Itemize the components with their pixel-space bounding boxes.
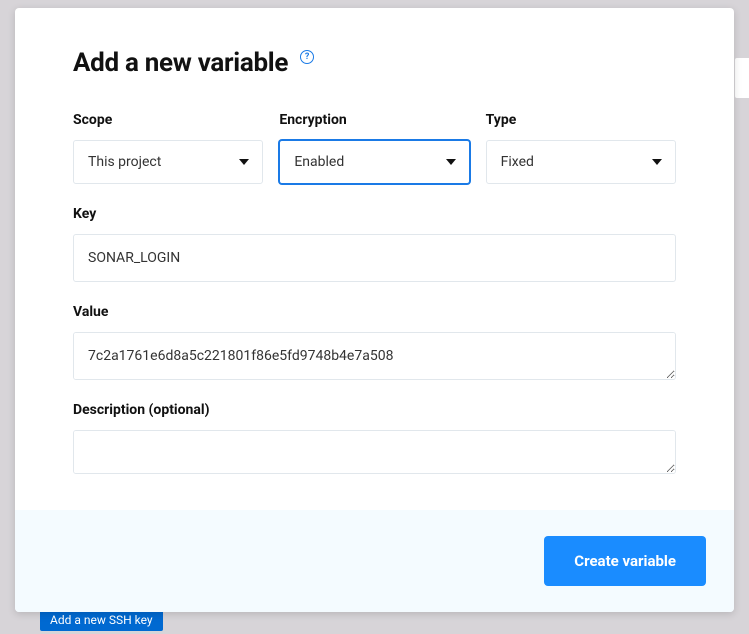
type-select[interactable]: Fixed [486, 140, 676, 184]
description-label: Description (optional) [73, 402, 676, 418]
scope-select[interactable]: This project [73, 140, 263, 184]
scope-field: Scope This project [73, 112, 263, 184]
add-variable-dialog: Add a new variable ? Scope This project … [15, 8, 734, 612]
scope-label: Scope [73, 112, 263, 128]
type-label: Type [486, 112, 676, 128]
add-ssh-key-button[interactable]: Add a new SSH key [40, 609, 163, 631]
dialog-title: Add a new variable [73, 48, 288, 78]
key-field: Key [73, 206, 676, 282]
create-variable-button[interactable]: Create variable [544, 536, 706, 586]
scope-select-wrap: This project [73, 140, 263, 184]
type-select-wrap: Fixed [486, 140, 676, 184]
dialog-title-row: Add a new variable ? [73, 48, 676, 78]
value-field: Value 7c2a1761e6d8a5c221801f86e5fd9748b4… [73, 304, 676, 380]
value-textarea[interactable]: 7c2a1761e6d8a5c221801f86e5fd9748b4e7a508 [73, 332, 676, 380]
description-textarea[interactable] [73, 430, 676, 474]
encryption-select-wrap: Enabled [279, 140, 469, 184]
key-input[interactable] [73, 234, 676, 282]
description-field: Description (optional) [73, 402, 676, 474]
key-label: Key [73, 206, 676, 222]
dialog-footer: Create variable [15, 510, 734, 612]
dropdown-row: Scope This project Encryption Enabled [73, 112, 676, 184]
type-field: Type Fixed [486, 112, 676, 184]
dialog-body: Add a new variable ? Scope This project … [15, 8, 734, 510]
value-label: Value [73, 304, 676, 320]
encryption-field: Encryption Enabled [279, 112, 469, 184]
encryption-select[interactable]: Enabled [279, 140, 469, 184]
encryption-label: Encryption [279, 112, 469, 128]
help-icon[interactable]: ? [300, 50, 314, 64]
backdrop-strip [735, 58, 749, 98]
